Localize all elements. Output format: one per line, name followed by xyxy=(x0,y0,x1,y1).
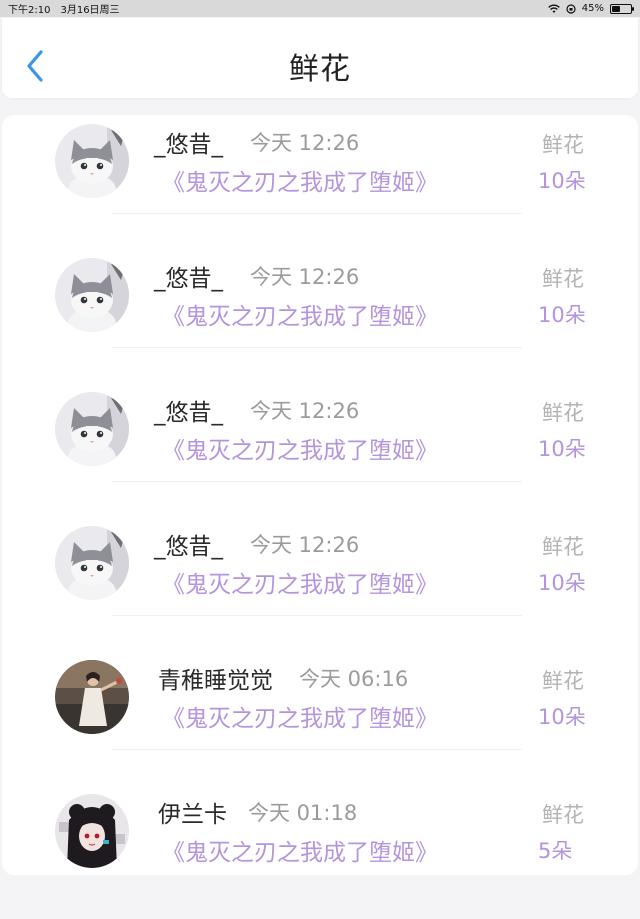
gift-record-list: _悠昔_ 今天 12:26 《鬼灭之刃之我成了堕姬》 鲜花 10朵 _悠昔_ 今天 12:2… xyxy=(2,115,638,875)
list-item[interactable]: 伊兰卡 今天 01:18 《鬼灭之刃之我成了堕姬》 鲜花 5朵 xyxy=(2,785,638,919)
gift-type-label: 鲜花 xyxy=(542,803,584,827)
username[interactable]: _悠昔_ xyxy=(154,259,223,293)
book-title-link[interactable]: 《鬼灭之刃之我成了堕姬》 xyxy=(162,833,438,867)
orientation-lock-icon xyxy=(566,3,576,14)
gift-count: 10朵 xyxy=(538,571,586,595)
list-item[interactable]: _悠昔_ 今天 12:26 《鬼灭之刃之我成了堕姬》 鲜花 10朵 xyxy=(2,383,638,517)
battery-icon xyxy=(610,3,634,14)
page-title: 鲜花 xyxy=(289,52,351,87)
username[interactable]: _悠昔_ xyxy=(154,393,223,427)
timestamp: 今天 06:16 xyxy=(299,667,409,691)
username[interactable]: 青稚睡觉觉 xyxy=(158,661,273,695)
gift-count: 10朵 xyxy=(538,169,586,193)
avatar[interactable] xyxy=(55,660,129,734)
avatar[interactable] xyxy=(55,392,129,466)
list-item[interactable]: _悠昔_ 今天 12:26 《鬼灭之刃之我成了堕姬》 鲜花 10朵 xyxy=(2,517,638,651)
gift-type-label: 鲜花 xyxy=(542,133,584,157)
list-item[interactable]: _悠昔_ 今天 12:26 《鬼灭之刃之我成了堕姬》 鲜花 10朵 xyxy=(2,115,638,249)
timestamp: 今天 12:26 xyxy=(250,399,360,423)
gift-type-label: 鲜花 xyxy=(542,669,584,693)
gift-type-label: 鲜花 xyxy=(542,535,584,559)
status-left: 下午2:10 3月16日周三 xyxy=(8,1,120,16)
gift-count: 10朵 xyxy=(538,705,586,729)
status-date: 3月16日周三 xyxy=(60,5,120,16)
avatar[interactable] xyxy=(55,124,129,198)
row-divider xyxy=(112,481,522,482)
username[interactable]: _悠昔_ xyxy=(154,125,223,159)
avatar[interactable] xyxy=(55,526,129,600)
status-time: 下午2:10 xyxy=(8,5,51,16)
book-title-link[interactable]: 《鬼灭之刃之我成了堕姬》 xyxy=(162,699,438,733)
gift-count: 10朵 xyxy=(538,437,586,461)
username[interactable]: 伊兰卡 xyxy=(158,795,227,829)
battery-level xyxy=(612,5,621,12)
gift-type-label: 鲜花 xyxy=(542,401,584,425)
gift-count: 10朵 xyxy=(538,303,586,327)
row-divider xyxy=(112,749,522,750)
wifi-icon xyxy=(547,4,560,13)
timestamp: 今天 12:26 xyxy=(250,131,360,155)
avatar[interactable] xyxy=(55,794,129,868)
avatar[interactable] xyxy=(55,258,129,332)
navigation-bar: 鲜花 xyxy=(2,18,638,98)
timestamp: 今天 12:26 xyxy=(250,533,360,557)
username[interactable]: _悠昔_ xyxy=(154,527,223,561)
list-item[interactable]: _悠昔_ 今天 12:26 《鬼灭之刃之我成了堕姬》 鲜花 10朵 xyxy=(2,249,638,383)
timestamp: 今天 12:26 xyxy=(250,265,360,289)
book-title-link[interactable]: 《鬼灭之刃之我成了堕姬》 xyxy=(162,565,438,599)
gift-count: 5朵 xyxy=(538,839,573,863)
battery-percent: 45% xyxy=(581,3,604,14)
status-right: 45% xyxy=(547,3,634,14)
row-divider xyxy=(112,615,522,616)
book-title-link[interactable]: 《鬼灭之刃之我成了堕姬》 xyxy=(162,297,438,331)
row-divider xyxy=(112,347,522,348)
list-item[interactable]: 青稚睡觉觉 今天 06:16 《鬼灭之刃之我成了堕姬》 鲜花 10朵 xyxy=(2,651,638,785)
book-title-link[interactable]: 《鬼灭之刃之我成了堕姬》 xyxy=(162,163,438,197)
timestamp: 今天 01:18 xyxy=(248,801,358,825)
gift-type-label: 鲜花 xyxy=(542,267,584,291)
status-bar: 下午2:10 3月16日周三 45% xyxy=(0,0,640,17)
row-divider xyxy=(112,213,522,214)
book-title-link[interactable]: 《鬼灭之刃之我成了堕姬》 xyxy=(162,431,438,465)
